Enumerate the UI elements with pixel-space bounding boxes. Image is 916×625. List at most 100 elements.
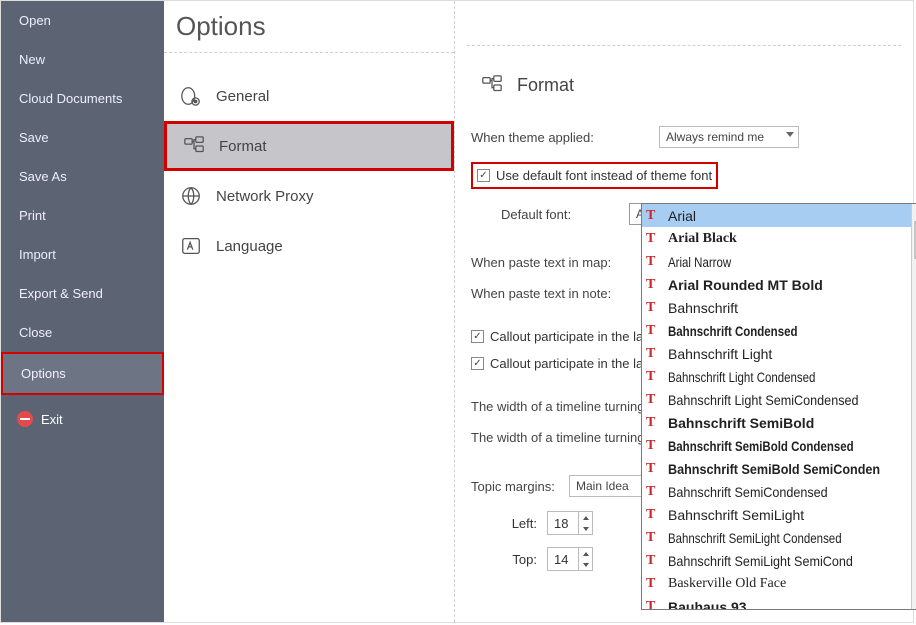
truetype-icon: T xyxy=(646,254,662,270)
category-label: Language xyxy=(216,238,283,255)
category-network-proxy[interactable]: Network Proxy xyxy=(164,171,454,221)
font-option-bahnschrift[interactable]: TBahnschrift xyxy=(642,296,911,319)
truetype-icon: T xyxy=(646,530,662,546)
font-option-bahnschrift-semilight-semicond[interactable]: TBahnschrift SemiLight SemiCond xyxy=(642,549,911,572)
font-option-bahnschrift-semibold-semicond[interactable]: TBahnschrift SemiBold SemiConden xyxy=(642,457,911,480)
truetype-icon: T xyxy=(646,507,662,523)
font-option-bahnschrift-light[interactable]: TBahnschrift Light xyxy=(642,342,911,365)
network-icon xyxy=(180,185,202,207)
left-spinner[interactable]: 18 xyxy=(547,511,593,535)
sidebar-item-options[interactable]: Options xyxy=(1,352,164,395)
callout-label-2: Callout participate in the lay xyxy=(490,356,650,371)
left-label: Left: xyxy=(477,516,537,531)
font-option-arial[interactable]: TArial xyxy=(642,204,911,227)
paste-map-label: When paste text in map: xyxy=(471,255,651,270)
font-option-bahnschrift-semicond[interactable]: TBahnschrift SemiCondensed xyxy=(642,480,911,503)
font-option-bauhaus-93[interactable]: TBauhaus 93 xyxy=(642,595,911,609)
theme-applied-select[interactable]: Always remind me xyxy=(659,126,799,148)
format-icon xyxy=(481,74,503,96)
sidebar-item-close[interactable]: Close xyxy=(1,313,164,352)
font-option-bahnschrift-semibold[interactable]: TBahnschrift SemiBold xyxy=(642,411,911,434)
truetype-icon: T xyxy=(646,300,662,316)
sidebar-item-cloud-documents[interactable]: Cloud Documents xyxy=(1,79,164,118)
exit-label: Exit xyxy=(41,412,63,427)
truetype-icon: T xyxy=(646,599,662,610)
truetype-icon: T xyxy=(646,392,662,408)
options-title: Options xyxy=(164,1,454,53)
font-option-arial-rounded[interactable]: TArial Rounded MT Bold xyxy=(642,273,911,296)
format-icon xyxy=(183,135,205,157)
top-label: Top: xyxy=(477,552,537,567)
callout-checkbox-1[interactable]: ✓ xyxy=(471,330,484,343)
truetype-icon: T xyxy=(646,553,662,569)
pane-title: Format xyxy=(517,75,574,96)
category-label: Network Proxy xyxy=(216,188,314,205)
category-language[interactable]: Language xyxy=(164,221,454,271)
font-option-bahnschrift-condensed[interactable]: TBahnschrift Condensed xyxy=(642,319,911,342)
font-option-bahnschrift-semilight-cond[interactable]: TBahnschrift SemiLight Condensed xyxy=(642,526,911,549)
font-list: TArial TArial Black TArial Narrow TArial… xyxy=(642,204,911,609)
category-general[interactable]: General xyxy=(164,71,454,121)
truetype-icon: T xyxy=(646,369,662,385)
spinner-up[interactable] xyxy=(579,512,592,523)
scroll-down[interactable] xyxy=(912,592,916,609)
font-scrollbar[interactable] xyxy=(911,204,916,609)
chevron-down-icon xyxy=(786,132,794,137)
category-label: Format xyxy=(219,138,267,155)
use-default-font-label: Use default font instead of theme font xyxy=(496,168,712,183)
scroll-track[interactable] xyxy=(912,221,916,592)
truetype-icon: T xyxy=(646,346,662,362)
scroll-up[interactable] xyxy=(912,204,916,221)
truetype-icon: T xyxy=(646,208,662,224)
topic-margins-label: Topic margins: xyxy=(471,479,561,494)
sidebar-item-export-send[interactable]: Export & Send xyxy=(1,274,164,313)
spinner-down[interactable] xyxy=(579,559,592,570)
truetype-icon: T xyxy=(646,484,662,500)
sidebar-item-open[interactable]: Open xyxy=(1,1,164,40)
top-value: 14 xyxy=(554,552,568,567)
theme-applied-value: Always remind me xyxy=(666,130,764,144)
font-option-bahnschrift-semilight[interactable]: TBahnschrift SemiLight xyxy=(642,503,911,526)
sidebar-item-print[interactable]: Print xyxy=(1,196,164,235)
truetype-icon: T xyxy=(646,231,662,247)
spinner-up[interactable] xyxy=(579,548,592,559)
sidebar-item-exit[interactable]: Exit xyxy=(1,399,164,439)
truetype-icon: T xyxy=(646,438,662,454)
topic-margins-select[interactable]: Main Idea xyxy=(569,475,648,497)
sidebar-item-new[interactable]: New xyxy=(1,40,164,79)
top-spinner[interactable]: 14 xyxy=(547,547,593,571)
default-font-label: Default font: xyxy=(471,207,621,222)
timeline-label-1: The width of a timeline turning xyxy=(471,399,644,414)
pane-header: Format xyxy=(467,46,901,118)
font-option-bahnschrift-semibold-cond[interactable]: TBahnschrift SemiBold Condensed xyxy=(642,434,911,457)
theme-applied-row: When theme applied: Always remind me xyxy=(467,118,901,156)
truetype-icon: T xyxy=(646,576,662,592)
font-option-bahnschrift-light-semicond[interactable]: TBahnschrift Light SemiCondensed xyxy=(642,388,911,411)
font-dropdown: TArial TArial Black TArial Narrow TArial… xyxy=(641,203,916,610)
sidebar-item-import[interactable]: Import xyxy=(1,235,164,274)
timeline-label-2: The width of a timeline turning xyxy=(471,430,644,445)
theme-applied-label: When theme applied: xyxy=(471,130,651,145)
topic-margins-value: Main Idea xyxy=(576,479,629,493)
default-font-checkbox-row: ✓ Use default font instead of theme font xyxy=(467,156,901,195)
sidebar-item-save[interactable]: Save xyxy=(1,118,164,157)
font-option-baskerville-old-face[interactable]: TBaskerville Old Face xyxy=(642,572,911,595)
sidebar-item-save-as[interactable]: Save As xyxy=(1,157,164,196)
exit-icon xyxy=(17,411,33,427)
truetype-icon: T xyxy=(646,323,662,339)
use-default-font-checkbox[interactable]: ✓ xyxy=(477,169,490,182)
font-option-arial-narrow[interactable]: TArial Narrow xyxy=(642,250,911,273)
general-icon xyxy=(180,85,202,107)
language-icon xyxy=(180,235,202,257)
font-option-arial-black[interactable]: TArial Black xyxy=(642,227,911,250)
left-value: 18 xyxy=(554,516,568,531)
callout-checkbox-2[interactable]: ✓ xyxy=(471,357,484,370)
category-label: General xyxy=(216,88,269,105)
truetype-icon: T xyxy=(646,277,662,293)
font-option-bahnschrift-light-condensed[interactable]: TBahnschrift Light Condensed xyxy=(642,365,911,388)
truetype-icon: T xyxy=(646,461,662,477)
spinner-down[interactable] xyxy=(579,523,592,534)
callout-label-1: Callout participate in the lay xyxy=(490,329,650,344)
paste-note-label: When paste text in note: xyxy=(471,286,651,301)
category-format[interactable]: Format xyxy=(164,121,454,171)
